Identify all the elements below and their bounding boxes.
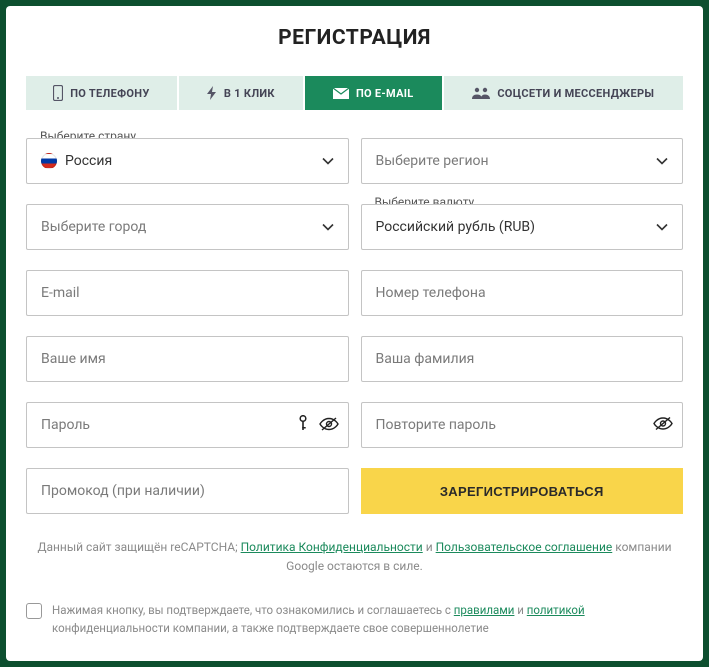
email-input[interactable] bbox=[26, 270, 349, 316]
city-select[interactable]: Выберите город bbox=[26, 204, 349, 250]
tab-label: ПО E-MAIL bbox=[356, 87, 414, 100]
lastname-field bbox=[361, 336, 684, 382]
promo-input[interactable] bbox=[26, 468, 349, 514]
modal-title: РЕГИСТРАЦИЯ bbox=[26, 26, 683, 50]
form-grid: Выберите страну Россия Выберите регион В… bbox=[26, 138, 683, 514]
phone-input[interactable] bbox=[361, 270, 684, 316]
phone-icon bbox=[53, 85, 63, 101]
region-field: Выберите регион bbox=[361, 138, 684, 184]
region-select[interactable]: Выберите регион bbox=[361, 138, 684, 184]
privacy-link[interactable]: Политика Конфиденциальности bbox=[241, 540, 423, 554]
chevron-down-icon bbox=[656, 157, 668, 165]
envelope-icon bbox=[333, 88, 349, 99]
password-field bbox=[26, 402, 349, 448]
consent-checkbox[interactable] bbox=[26, 603, 42, 619]
tab-email[interactable]: ПО E-MAIL bbox=[305, 76, 442, 110]
eye-off-icon[interactable] bbox=[319, 416, 339, 435]
consent-text: Нажимая кнопку, вы подтверждаете, что оз… bbox=[52, 602, 683, 637]
tab-label: ПО ТЕЛЕФОНУ bbox=[70, 87, 149, 100]
email-field bbox=[26, 270, 349, 316]
people-icon bbox=[472, 87, 490, 99]
submit-button[interactable]: ЗАРЕГИСТРИРОВАТЬСЯ bbox=[361, 468, 684, 514]
country-select[interactable]: Россия bbox=[26, 138, 349, 184]
password-confirm-input[interactable] bbox=[361, 402, 684, 448]
terms-link[interactable]: Пользовательское соглашение bbox=[436, 540, 613, 554]
tab-social[interactable]: СОЦСЕТИ И МЕССЕНДЖЕРЫ bbox=[444, 76, 683, 110]
tab-label: СОЦСЕТИ И МЕССЕНДЖЕРЫ bbox=[497, 87, 654, 100]
tab-oneclick[interactable]: В 1 КЛИК bbox=[179, 76, 303, 110]
registration-tabs: ПО ТЕЛЕФОНУ В 1 КЛИК ПО E-MAIL СОЦСЕТИ И… bbox=[26, 76, 683, 110]
city-field: Выберите город bbox=[26, 204, 349, 250]
policy-link[interactable]: политикой bbox=[527, 603, 585, 617]
firstname-field bbox=[26, 336, 349, 382]
country-field: Выберите страну Россия bbox=[26, 138, 349, 184]
registration-modal: РЕГИСТРАЦИЯ ПО ТЕЛЕФОНУ В 1 КЛИК ПО E-MA… bbox=[6, 6, 703, 661]
country-value: Россия bbox=[65, 153, 112, 169]
region-placeholder: Выберите регион bbox=[376, 153, 489, 169]
password-confirm-field bbox=[361, 402, 684, 448]
recaptcha-notice: Данный сайт защищён reCAPTCHA; Политика … bbox=[26, 538, 683, 576]
chevron-down-icon bbox=[322, 223, 334, 231]
lastname-input[interactable] bbox=[361, 336, 684, 382]
promo-field bbox=[26, 468, 349, 514]
city-placeholder: Выберите город bbox=[41, 219, 146, 235]
lightning-icon bbox=[207, 86, 217, 100]
russia-flag-icon bbox=[41, 153, 57, 169]
phone-field bbox=[361, 270, 684, 316]
eye-off-icon[interactable] bbox=[653, 416, 673, 435]
firstname-input[interactable] bbox=[26, 336, 349, 382]
chevron-down-icon bbox=[322, 157, 334, 165]
consent-row: Нажимая кнопку, вы подтверждаете, что оз… bbox=[26, 602, 683, 637]
chevron-down-icon bbox=[656, 223, 668, 231]
tab-label: В 1 КЛИК bbox=[224, 87, 275, 100]
currency-value: Российский рубль (RUB) bbox=[376, 219, 536, 235]
currency-field: Выберите валюту Российский рубль (RUB) bbox=[361, 204, 684, 250]
rules-link[interactable]: правилами bbox=[454, 603, 515, 617]
key-icon[interactable] bbox=[297, 415, 309, 435]
tab-phone[interactable]: ПО ТЕЛЕФОНУ bbox=[26, 76, 177, 110]
currency-select[interactable]: Российский рубль (RUB) bbox=[361, 204, 684, 250]
